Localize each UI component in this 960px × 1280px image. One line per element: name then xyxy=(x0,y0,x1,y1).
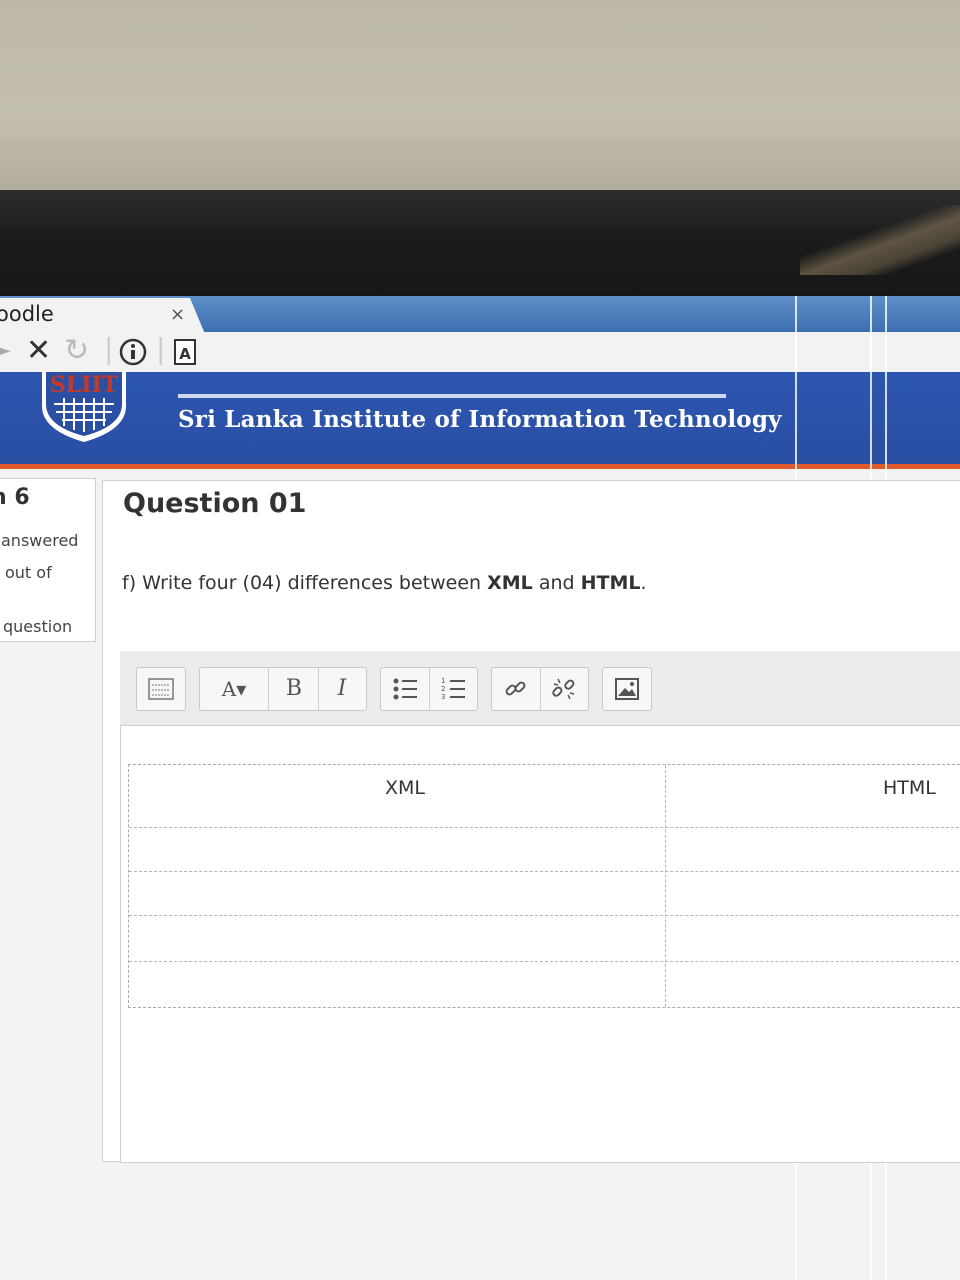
question-text-suffix: . xyxy=(640,572,647,594)
question-term-html: HTML xyxy=(580,572,641,594)
address-bar: ► ✕ ↻ | | A xyxy=(0,332,960,372)
unlink-icon[interactable] xyxy=(540,668,588,710)
table-row[interactable] xyxy=(129,915,960,916)
link-icon[interactable] xyxy=(492,668,540,710)
bold-button[interactable]: B xyxy=(270,668,318,710)
table-column-divider xyxy=(665,765,666,1007)
toolbar-separator xyxy=(268,668,269,710)
back-arrow-icon[interactable]: ► xyxy=(0,334,11,368)
background-wall xyxy=(0,0,960,195)
tab-title: oodle xyxy=(0,302,54,326)
divider: | xyxy=(156,332,166,365)
editor-toolbar: A▾ B I 123 xyxy=(120,651,960,726)
question-info-box: n 6 answered out of question xyxy=(0,478,96,642)
toolbar-group xyxy=(491,667,589,711)
flag-question[interactable]: question xyxy=(3,617,72,636)
site-title: Sri Lanka Institute of Information Techn… xyxy=(178,406,782,433)
tab-bar: oodle × xyxy=(0,296,960,334)
toolbar-group: A▾ B I xyxy=(199,667,367,711)
table-header-html[interactable]: HTML xyxy=(883,777,936,799)
svg-text:A: A xyxy=(179,345,191,363)
question-text-mid: and xyxy=(532,572,581,594)
question-text: f) Write four (04) differences between X… xyxy=(122,572,647,594)
question-term-xml: XML xyxy=(487,572,533,594)
image-icon[interactable] xyxy=(603,668,651,710)
toolbar-group xyxy=(602,667,652,711)
question-number: n 6 xyxy=(0,485,30,510)
tab-close-icon[interactable]: × xyxy=(170,304,185,325)
header-divider xyxy=(178,394,726,398)
svg-text:3: 3 xyxy=(441,693,445,701)
reader-icon[interactable]: A xyxy=(173,338,197,366)
table-row[interactable] xyxy=(129,827,960,828)
question-text-prefix: f) Write four (04) differences between xyxy=(122,572,488,594)
italic-button[interactable]: I xyxy=(318,668,366,710)
divider: | xyxy=(104,332,114,365)
answer-table[interactable]: XML HTML xyxy=(128,764,960,1008)
unordered-list-icon[interactable] xyxy=(381,668,429,710)
browser-window: oodle × ► ✕ ↻ | | A SLIIT Sri Lanka Inst… xyxy=(0,296,960,1280)
question-mark: out of xyxy=(5,563,52,582)
svg-text:1: 1 xyxy=(441,677,445,685)
table-row[interactable] xyxy=(129,961,960,962)
font-style-icon[interactable]: A▾ xyxy=(200,668,268,710)
table-row[interactable] xyxy=(129,871,960,872)
table-header-xml[interactable]: XML xyxy=(385,777,425,799)
stop-icon[interactable]: ✕ xyxy=(26,334,51,368)
sliit-logo: SLIIT xyxy=(42,372,126,442)
site-header: SLIIT Sri Lanka Institute of Information… xyxy=(0,372,960,469)
toolbar-group: 123 xyxy=(380,667,478,711)
info-icon[interactable] xyxy=(118,337,148,367)
svg-text:2: 2 xyxy=(441,685,445,693)
bezel-sticker xyxy=(800,205,960,275)
question-title: Question 01 xyxy=(123,488,307,519)
show-more-icon[interactable] xyxy=(137,668,185,710)
question-status: answered xyxy=(1,531,79,550)
font-style-label: A xyxy=(221,677,237,701)
ordered-list-icon[interactable]: 123 xyxy=(429,668,477,710)
browser-tab[interactable]: oodle × xyxy=(0,298,205,334)
reload-icon[interactable]: ↻ xyxy=(64,334,89,368)
svg-text:SLIIT: SLIIT xyxy=(50,372,119,398)
toolbar-group xyxy=(136,667,186,711)
